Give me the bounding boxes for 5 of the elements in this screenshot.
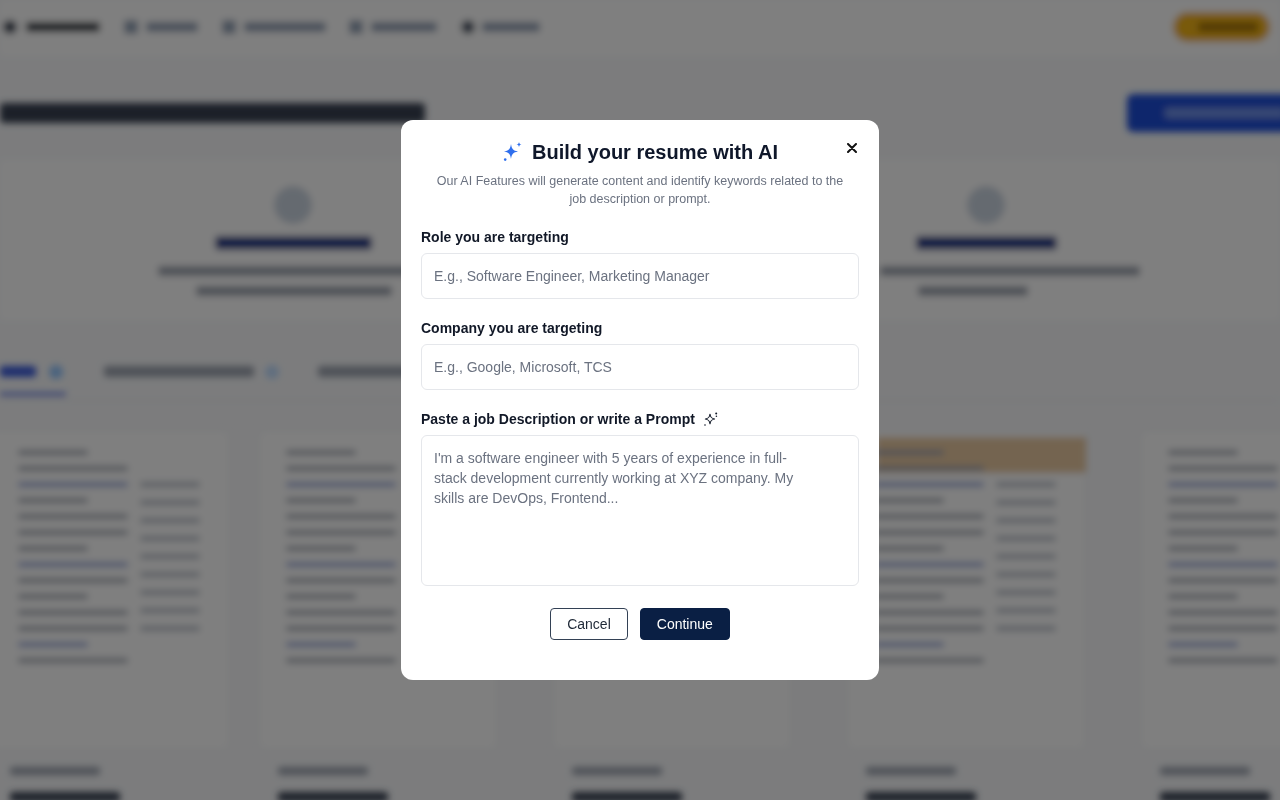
continue-button[interactable]: Continue — [639, 608, 730, 640]
cancel-button[interactable]: Cancel — [550, 608, 628, 640]
text-area[interactable]: I'm a software engineer with 5 years of experience in full-stack development currently working at XYZ company. My skills are DevOps, Frontend... — [421, 435, 859, 586]
sparkle-icon — [702, 411, 719, 427]
field-label: Paste a job Description or write a Prompt — [421, 410, 695, 428]
